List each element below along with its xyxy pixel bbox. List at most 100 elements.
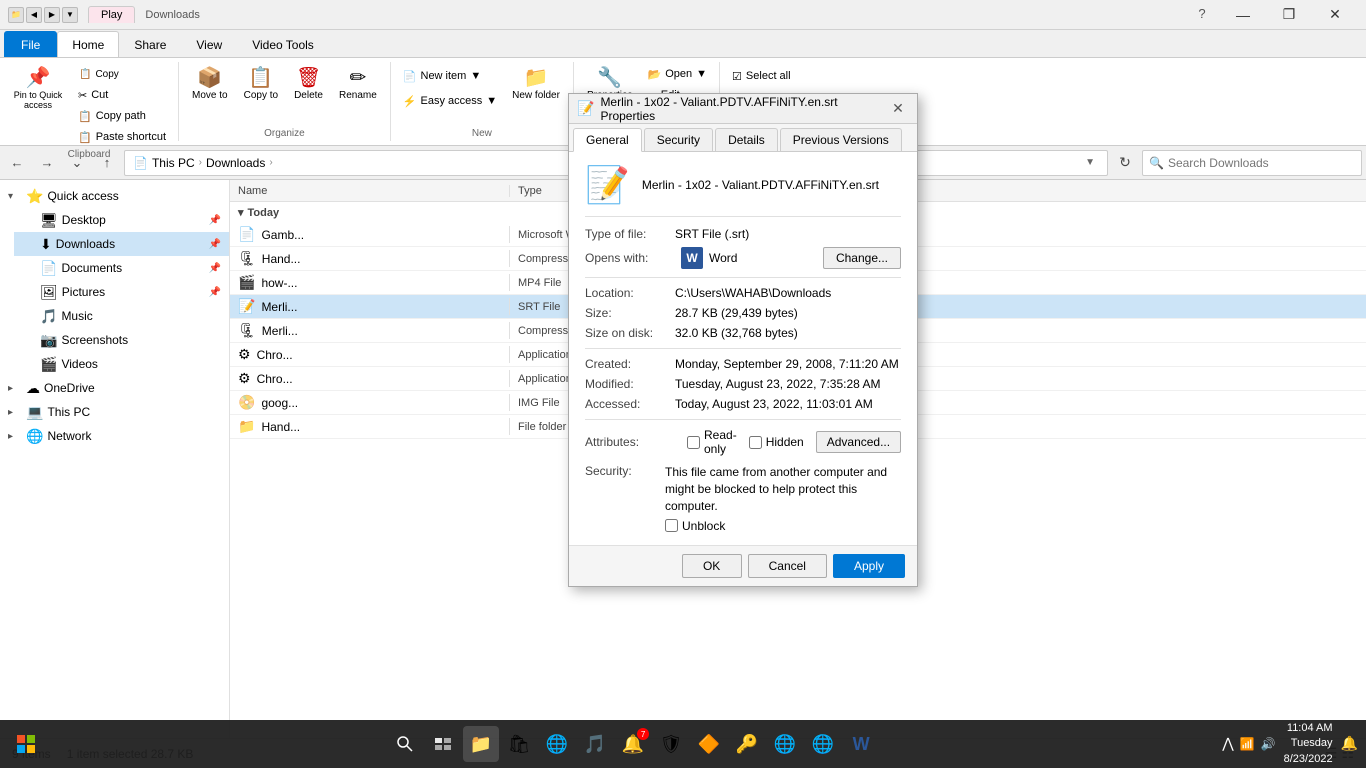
up-button[interactable]: ↑ xyxy=(94,150,120,176)
taskbar-edge[interactable]: 🌐 xyxy=(539,726,575,762)
dialog-close-button[interactable]: ✕ xyxy=(887,98,909,120)
delete-button[interactable]: 🗑 Delete xyxy=(287,64,330,126)
hidden-check[interactable]: Hidden xyxy=(749,435,804,449)
dropdown-icon[interactable]: ▼ xyxy=(62,7,78,23)
back-button[interactable]: ← xyxy=(4,150,30,176)
tab-details[interactable]: Details xyxy=(715,128,778,151)
play-tab[interactable]: Play xyxy=(88,6,135,23)
col-name[interactable]: Name xyxy=(230,185,510,197)
move-to-button[interactable]: 📦 Move to xyxy=(185,64,235,126)
readonly-check[interactable]: Read-only xyxy=(687,428,737,456)
sidebar-item-screenshots[interactable]: 📷 Screenshots xyxy=(14,328,229,352)
dialog-title-text: Merlin - 1x02 - Valiant.PDTV.AFFiNiTY.en… xyxy=(600,95,881,123)
hidden-checkbox[interactable] xyxy=(749,436,762,449)
sidebar-network[interactable]: ▸ 🌐 Network xyxy=(0,424,229,448)
tab-home[interactable]: Home xyxy=(57,31,119,57)
forward-button[interactable]: → xyxy=(34,150,60,176)
sidebar-quick-access[interactable]: ▾ ⭐ Quick access xyxy=(0,184,229,208)
section-expand: ▾ xyxy=(238,206,244,219)
rename-button[interactable]: ✏ Rename xyxy=(332,64,384,126)
maximize-button[interactable]: ❐ xyxy=(1266,0,1312,30)
taskbar-word[interactable]: W xyxy=(843,726,879,762)
refresh-button[interactable]: ↻ xyxy=(1112,150,1138,176)
ok-button[interactable]: OK xyxy=(682,554,742,578)
divider-1 xyxy=(585,277,901,278)
taskbar-search[interactable] xyxy=(387,726,423,762)
select-all-button[interactable]: ☑ Select all xyxy=(726,64,826,88)
sidebar-this-pc[interactable]: ▸ 💻 This PC xyxy=(0,400,229,424)
change-button[interactable]: Change... xyxy=(823,247,901,269)
taskbar-vlc[interactable]: 🔶 xyxy=(691,726,727,762)
paste-shortcut-button[interactable]: 📋 Paste shortcut xyxy=(72,127,172,147)
easy-access-label: Easy access xyxy=(421,95,483,107)
network-tray-icon[interactable]: 📶 xyxy=(1240,737,1255,751)
crumb-this-pc[interactable]: This PC xyxy=(152,156,195,170)
tab-security[interactable]: Security xyxy=(644,128,713,151)
sidebar-item-videos[interactable]: 🎬 Videos xyxy=(14,352,229,376)
cut-icon: ✂ xyxy=(78,89,87,102)
tab-file[interactable]: File xyxy=(4,31,57,57)
cut-button[interactable]: ✂ Cut xyxy=(72,85,172,105)
file-icon-chro2: ⚙ xyxy=(238,370,251,387)
sidebar-item-desktop[interactable]: 🖥 Desktop 📌 xyxy=(14,208,229,232)
copy-button[interactable]: 📋 Copy xyxy=(72,64,172,84)
back-history-icon[interactable]: ◀ xyxy=(26,7,42,23)
recent-locations-button[interactable]: ⌄ xyxy=(64,150,90,176)
address-dropdown[interactable]: ▼ xyxy=(1081,157,1099,168)
taskbar-spotify[interactable]: 🎵 xyxy=(577,726,613,762)
file-name-how: 🎬how-... xyxy=(230,274,510,291)
prop-modified: Modified: Tuesday, August 23, 2022, 7:35… xyxy=(585,377,901,391)
search-box[interactable]: 🔍 xyxy=(1142,150,1362,176)
open-button[interactable]: 📂 Open ▼ xyxy=(642,64,714,84)
copy-path-button[interactable]: 📋 Copy path xyxy=(72,106,172,126)
opens-with-label: Opens with: xyxy=(585,251,675,265)
tab-general[interactable]: General xyxy=(573,128,642,152)
advanced-button[interactable]: Advanced... xyxy=(816,431,901,453)
search-icon: 🔍 xyxy=(1149,156,1164,170)
taskbar-clock[interactable]: 11:04 AM Tuesday 8/23/2022 xyxy=(1284,721,1333,767)
volume-tray-icon[interactable]: 🔊 xyxy=(1261,737,1276,751)
apply-button[interactable]: Apply xyxy=(833,554,905,578)
tab-share[interactable]: Share xyxy=(119,31,181,57)
taskbar-chrome2[interactable]: 🌐 xyxy=(805,726,841,762)
tray-expand[interactable]: ⋀ xyxy=(1222,735,1233,752)
tab-view[interactable]: View xyxy=(181,31,237,57)
tab-video-tools[interactable]: Video Tools xyxy=(237,31,329,57)
sidebar-onedrive[interactable]: ▸ ☁ OneDrive xyxy=(0,376,229,400)
file-name-chro1: ⚙Chro... xyxy=(230,346,510,363)
word-icon: W xyxy=(681,247,703,269)
readonly-checkbox[interactable] xyxy=(687,436,700,449)
help-button[interactable]: ? xyxy=(1188,0,1216,28)
cancel-button[interactable]: Cancel xyxy=(748,554,827,578)
taskbar-store[interactable]: 🛍 xyxy=(501,726,537,762)
taskbar-antivirus[interactable]: 🛡 xyxy=(653,726,689,762)
new-item-icon: 📄 xyxy=(403,70,417,83)
sidebar-item-downloads[interactable]: ⬇ Downloads 📌 xyxy=(14,232,229,256)
notification-center[interactable]: 🔔 xyxy=(1341,735,1358,752)
search-input[interactable] xyxy=(1168,156,1355,170)
forward-history-icon[interactable]: ▶ xyxy=(44,7,60,23)
new-item-button[interactable]: 📄 New item ▼ xyxy=(397,64,503,88)
taskbar-chrome[interactable]: 🌐 xyxy=(767,726,803,762)
tab-previous-versions[interactable]: Previous Versions xyxy=(780,128,902,151)
close-button[interactable]: ✕ xyxy=(1312,0,1358,30)
sidebar-item-documents[interactable]: 📄 Documents 📌 xyxy=(14,256,229,280)
easy-access-button[interactable]: ⚡ Easy access ▼ xyxy=(397,89,503,113)
taskbar-task-view[interactable] xyxy=(425,726,461,762)
unblock-row[interactable]: Unblock xyxy=(665,519,901,533)
pin-quick-access-button[interactable]: 📌 Pin to Quick access xyxy=(6,64,70,126)
music-icon: 🎵 xyxy=(40,308,57,325)
start-button[interactable] xyxy=(8,726,44,762)
file-icon-goog: 📀 xyxy=(238,394,255,411)
minimize-button[interactable]: — xyxy=(1220,0,1266,30)
taskbar-notification[interactable]: 🔔 7 xyxy=(615,726,651,762)
new-folder-button[interactable]: 📁 New folder xyxy=(505,64,567,126)
taskbar-file-explorer[interactable]: 📁 xyxy=(463,726,499,762)
unblock-checkbox[interactable] xyxy=(665,519,678,532)
accessed-value: Today, August 23, 2022, 11:03:01 AM xyxy=(675,397,873,411)
sidebar-item-music[interactable]: 🎵 Music xyxy=(14,304,229,328)
taskbar-lastpass[interactable]: 🔑 xyxy=(729,726,765,762)
crumb-downloads[interactable]: Downloads xyxy=(206,156,265,170)
sidebar-item-pictures[interactable]: 🖼 Pictures 📌 xyxy=(14,280,229,304)
copy-to-button[interactable]: 📋 Copy to xyxy=(237,64,285,126)
